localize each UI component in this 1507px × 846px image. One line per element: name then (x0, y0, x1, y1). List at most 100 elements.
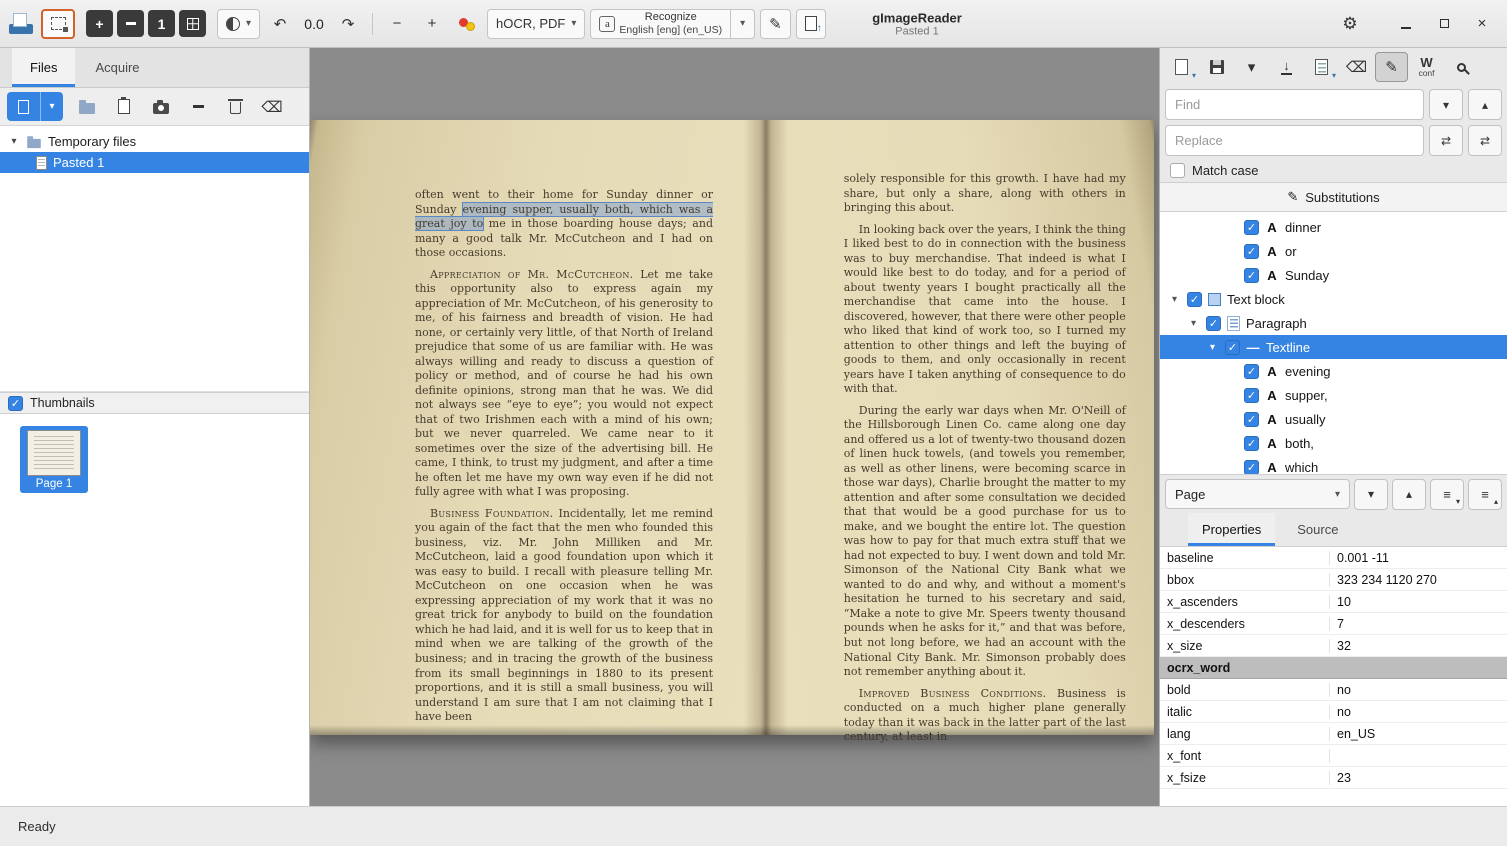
item-checkbox[interactable]: ✓ (1244, 220, 1259, 235)
expander-icon[interactable]: ▾ (1206, 342, 1219, 353)
tab-source[interactable]: Source (1283, 513, 1352, 546)
show-confidence-button[interactable]: W conf (1410, 52, 1443, 82)
open-hocr-button[interactable]: ▾ (1165, 52, 1198, 82)
find-next-button[interactable]: ▾ (1429, 89, 1463, 120)
output-mode-dropdown[interactable]: hOCR, PDF ▾ (487, 9, 585, 39)
settings-button[interactable]: ⚙ (1335, 9, 1365, 39)
item-checkbox[interactable]: ✓ (1225, 340, 1240, 355)
export-document-dropdown[interactable]: ▾ (1305, 52, 1338, 82)
prev-item-button[interactable]: ▴ (1392, 479, 1426, 510)
maximize-button[interactable] (1431, 11, 1457, 37)
collapse-all-button[interactable]: ≡▴ (1468, 479, 1502, 510)
replace-input[interactable] (1165, 125, 1424, 156)
replace-button[interactable]: ⇄ (1429, 125, 1463, 156)
hocr-item-supper[interactable]: ✓Asupper, (1160, 383, 1507, 407)
item-checkbox[interactable]: ✓ (1244, 244, 1259, 259)
next-item-button[interactable]: ▾ (1354, 479, 1388, 510)
subtract-region-button[interactable] (117, 10, 144, 37)
property-value[interactable]: 0.001 -11 (1330, 551, 1507, 565)
paste-button[interactable] (109, 92, 139, 122)
match-case-row[interactable]: Match case (1160, 158, 1507, 182)
tab-acquire[interactable]: Acquire (77, 48, 157, 87)
hocr-item-sunday[interactable]: ✓ASunday (1160, 263, 1507, 287)
hocr-item-paragraph[interactable]: ▾✓Paragraph (1160, 311, 1507, 335)
hocr-item-or[interactable]: ✓Aor (1160, 239, 1507, 263)
property-value[interactable]: 23 (1330, 771, 1507, 785)
hocr-item-text-block[interactable]: ▾✓Text block (1160, 287, 1507, 311)
trash-icon (230, 102, 241, 114)
recognize-dropdown[interactable]: ▾ (731, 9, 755, 39)
item-checkbox[interactable]: ✓ (1244, 364, 1259, 379)
zoom-out-button[interactable]: − (382, 9, 412, 39)
property-value[interactable]: no (1330, 683, 1507, 697)
auto-layout-button[interactable] (179, 10, 206, 37)
application-window: + 1 ▾ ↶ 0.0 ↷ − + hOCR, PDF ▾ a Recogniz… (0, 0, 1507, 846)
save-hocr-button[interactable] (1200, 52, 1233, 82)
find-replace-toggle-button[interactable] (1445, 52, 1478, 82)
highlight-mode-button[interactable]: ✎ (1375, 52, 1408, 82)
close-button[interactable]: × (1469, 11, 1495, 37)
add-region-button[interactable]: + (86, 10, 113, 37)
match-case-checkbox[interactable] (1170, 163, 1185, 178)
image-controls-dropdown[interactable]: ▾ (217, 9, 260, 39)
tab-properties[interactable]: Properties (1188, 513, 1275, 546)
postprocess-button[interactable]: ✎ (760, 9, 791, 39)
clear-output-button[interactable]: ⌫ (1340, 52, 1373, 82)
clear-list-button[interactable]: ⌫ (257, 92, 287, 122)
property-value[interactable]: en_US (1330, 727, 1507, 741)
ocr-selection-highlight[interactable]: evening supper, usually both, which was … (415, 203, 713, 231)
replace-all-button[interactable]: ⇄ (1468, 125, 1502, 156)
page-selector[interactable]: Page ▾ (1165, 479, 1350, 509)
delete-image-button[interactable] (220, 92, 250, 122)
thumbnails-checkbox[interactable]: ✓ (8, 396, 23, 411)
rotate-left-button[interactable]: ↶ (265, 9, 295, 39)
item-checkbox[interactable]: ✓ (1244, 412, 1259, 427)
property-value[interactable]: 7 (1330, 617, 1507, 631)
image-canvas[interactable]: often went to their home for Sunday dinn… (310, 48, 1159, 806)
hocr-item-which[interactable]: ✓Awhich (1160, 455, 1507, 475)
hocr-item-both[interactable]: ✓Aboth, (1160, 431, 1507, 455)
property-value[interactable]: no (1330, 705, 1507, 719)
tab-files[interactable]: Files (12, 48, 75, 87)
item-checkbox[interactable]: ✓ (1244, 436, 1259, 451)
open-folder-button[interactable] (72, 92, 102, 122)
hocr-item-evening[interactable]: ✓Aevening (1160, 359, 1507, 383)
item-checkbox[interactable]: ✓ (1187, 292, 1202, 307)
property-value[interactable]: 32 (1330, 639, 1507, 653)
single-region-button[interactable]: 1 (148, 10, 175, 37)
remove-image-button[interactable] (183, 92, 213, 122)
thumbnail-page-1[interactable]: Page 1 (20, 426, 88, 493)
hocr-item-textline[interactable]: ▾✓—Textline (1160, 335, 1507, 359)
find-input[interactable] (1165, 89, 1424, 120)
hocr-item-dinner[interactable]: ✓Adinner (1160, 215, 1507, 239)
expander-icon[interactable]: ▾ (1168, 294, 1181, 305)
expander-icon[interactable]: ▾ (1187, 318, 1200, 329)
item-checkbox[interactable]: ✓ (1244, 388, 1259, 403)
file-row-pasted-1[interactable]: Pasted 1 (0, 152, 309, 173)
export-button[interactable] (796, 9, 826, 39)
find-prev-button[interactable]: ▴ (1468, 89, 1502, 120)
import-hocr-button[interactable]: ↓ (1270, 52, 1303, 82)
zoom-original-button[interactable] (452, 9, 482, 39)
save-dropdown[interactable]: ▾ (1235, 52, 1268, 82)
property-value[interactable]: 323 234 1120 270 (1330, 573, 1507, 587)
expander-icon[interactable]: ▾ (8, 136, 20, 147)
item-checkbox[interactable]: ✓ (1206, 316, 1221, 331)
zoom-in-button[interactable]: + (417, 9, 447, 39)
recognize-button[interactable]: a Recognize English [eng] (en_US) (590, 9, 731, 39)
add-images-dropdown[interactable]: ▾ (40, 92, 63, 121)
rotation-spinner[interactable]: 0.0 (300, 16, 328, 32)
thumbnails-header: ✓ Thumbnails (0, 392, 309, 414)
add-images-button[interactable] (7, 92, 40, 121)
hocr-item-usually[interactable]: ✓Ausually (1160, 407, 1507, 431)
expand-all-button[interactable]: ≡▾ (1430, 479, 1464, 510)
folder-row-temporary-files[interactable]: ▾ Temporary files (0, 131, 309, 152)
item-checkbox[interactable]: ✓ (1244, 460, 1259, 475)
rotate-right-button[interactable]: ↷ (333, 9, 363, 39)
substitutions-button[interactable]: ✎ Substitutions (1160, 182, 1507, 212)
minimize-button[interactable] (1393, 11, 1419, 37)
select-region-tool-button[interactable] (41, 9, 75, 39)
property-value[interactable]: 10 (1330, 595, 1507, 609)
screenshot-button[interactable] (146, 92, 176, 122)
item-checkbox[interactable]: ✓ (1244, 268, 1259, 283)
